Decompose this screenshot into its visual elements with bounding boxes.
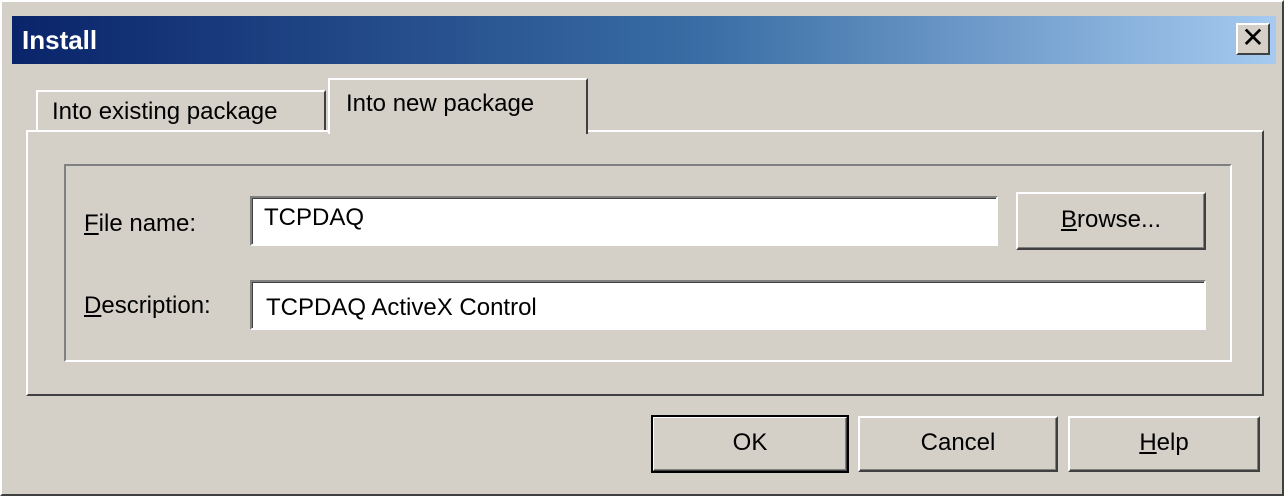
tab-panel: File name: TCPDAQ Browse... Description:…: [26, 130, 1264, 396]
browse-label: rowse...: [1076, 206, 1162, 233]
package-groupbox: File name: TCPDAQ Browse... Description:…: [64, 164, 1232, 362]
description-label: Description:: [84, 292, 211, 320]
description-label-text: escription:: [101, 292, 211, 319]
tab-label: Into new package: [346, 90, 535, 117]
install-dialog: Install ✕ Into existing package Into new…: [0, 0, 1284, 496]
description-value: TCPDAQ ActiveX Control: [266, 294, 537, 321]
tab-into-new-package[interactable]: Into new package: [328, 78, 588, 134]
file-name-field[interactable]: TCPDAQ: [250, 196, 998, 246]
ok-label: OK: [732, 429, 768, 456]
close-icon: ✕: [1241, 21, 1265, 54]
tab-label: Into existing package: [52, 98, 278, 125]
title-bar: Install ✕: [12, 16, 1276, 64]
help-label: elp: [1156, 429, 1189, 456]
cancel-label: Cancel: [920, 429, 996, 456]
help-button[interactable]: Help: [1068, 416, 1260, 472]
ok-button[interactable]: OK: [651, 415, 849, 473]
close-button[interactable]: ✕: [1236, 23, 1270, 55]
cancel-button[interactable]: Cancel: [858, 416, 1058, 472]
browse-button[interactable]: Browse...: [1016, 192, 1206, 250]
help-accel: H: [1139, 429, 1157, 456]
file-name-accel: F: [84, 210, 99, 237]
tab-into-existing-package[interactable]: Into existing package: [36, 90, 326, 132]
description-field[interactable]: TCPDAQ ActiveX Control: [250, 280, 1206, 330]
file-name-label: File name:: [84, 210, 196, 238]
file-name-value: TCPDAQ: [264, 204, 365, 231]
window-title: Install: [22, 25, 98, 55]
browse-accel: B: [1060, 206, 1077, 233]
file-name-label-text: ile name:: [98, 210, 197, 237]
description-accel: D: [84, 292, 102, 319]
